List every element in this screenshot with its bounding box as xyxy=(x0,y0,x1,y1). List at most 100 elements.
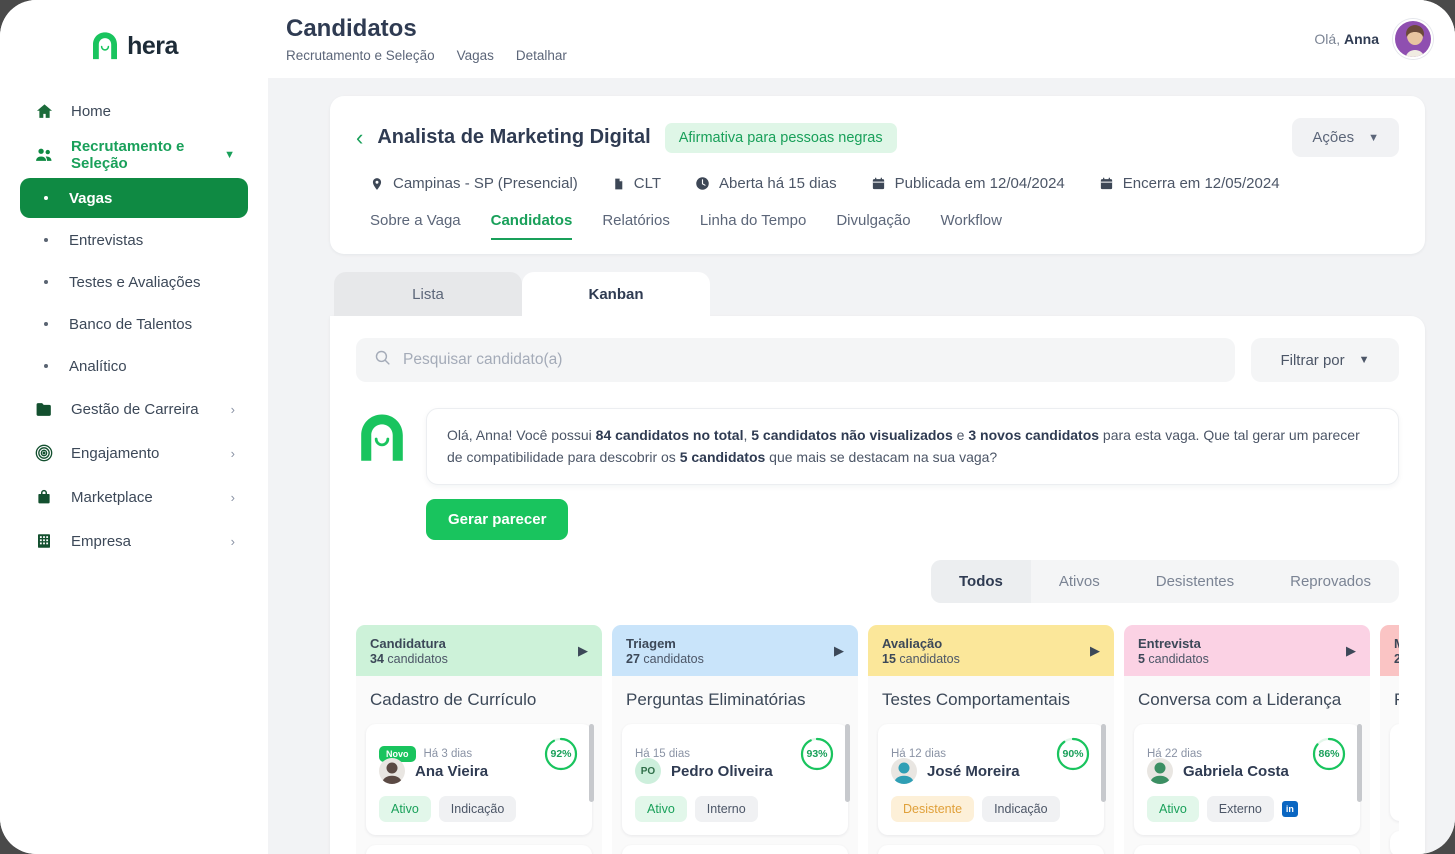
candidate-chip: Ativo xyxy=(1147,796,1199,822)
kanban-column-scrollbar[interactable] xyxy=(589,724,594,802)
sidebar-item-banco-talentos[interactable]: Banco de Talentos xyxy=(20,304,248,344)
candidate-card[interactable]: Há 15 dias 93% PO Pedro Oliveira xyxy=(622,724,848,835)
linkedin-icon[interactable]: in xyxy=(1282,801,1298,817)
logo-text: hera xyxy=(127,32,178,61)
chevron-down-icon: ▼ xyxy=(1359,354,1370,366)
kanban-stage-title: Conversa com a Liderança xyxy=(1138,690,1360,710)
sidebar-item-label: Empresa xyxy=(71,533,131,550)
sidebar-item-analitico[interactable]: Analítico xyxy=(20,346,248,386)
status-tab-todos[interactable]: Todos xyxy=(931,560,1031,603)
candidate-card[interactable] xyxy=(622,845,848,854)
chevron-right-icon: › xyxy=(231,402,235,417)
candidate-card[interactable] xyxy=(878,845,1104,854)
status-tab-reprovados[interactable]: Reprovados xyxy=(1262,560,1399,603)
home-icon xyxy=(33,100,55,122)
bullet-icon xyxy=(44,196,48,200)
user-avatar-image xyxy=(1395,21,1433,59)
sidebar-item-empresa[interactable]: Empresa › xyxy=(20,520,248,562)
collapse-arrow-icon[interactable]: ▶ xyxy=(1346,643,1356,659)
kanban-column-scrollbar[interactable] xyxy=(1357,724,1362,802)
breadcrumb-item-3[interactable]: Detalhar xyxy=(516,48,567,63)
job-meta-published: Publicada em 12/04/2024 xyxy=(871,175,1065,192)
breadcrumb-item-2[interactable]: Vagas xyxy=(457,48,494,63)
bullet-icon xyxy=(44,238,48,242)
sidebar-item-testes[interactable]: Testes e Avaliações xyxy=(20,262,248,302)
assistant-message: Olá, Anna! Você possui 84 candidatos no … xyxy=(426,408,1399,485)
kanban-column-scrollbar[interactable] xyxy=(845,724,850,802)
bag-icon xyxy=(33,486,55,508)
avatar[interactable] xyxy=(1393,19,1433,59)
kanban-column-header: Triagem27 candidatos▶ xyxy=(612,625,858,677)
job-meta-row: Campinas - SP (Presencial) CLT Aberta há… xyxy=(330,157,1425,192)
sidebar-item-entrevistas[interactable]: Entrevistas xyxy=(20,220,248,260)
kanban-column-header: Entrevista5 candidatos▶ xyxy=(1124,625,1370,677)
candidate-card[interactable]: Há 22 dias 86% Gabriela Costa xyxy=(1134,724,1360,835)
kanban-column-body: Cadastro de Currículo Novo Há 3 dias 92% xyxy=(356,676,602,854)
job-meta-text: Encerra em 12/05/2024 xyxy=(1123,175,1280,192)
candidate-card[interactable] xyxy=(366,845,592,854)
compatibility-ring: 93% xyxy=(799,736,835,772)
gerar-parecer-button[interactable]: Gerar parecer xyxy=(426,499,568,540)
candidate-chip: Indicação xyxy=(439,796,517,822)
tab-workflow[interactable]: Workflow xyxy=(941,212,1002,240)
clock-icon xyxy=(695,176,710,191)
search-input[interactable] xyxy=(403,351,1217,369)
tab-linha-do-tempo[interactable]: Linha do Tempo xyxy=(700,212,806,240)
sidebar-item-recrutamento[interactable]: Recrutamento e Seleção ▼ xyxy=(20,134,248,176)
top-bar-right: Olá, Anna xyxy=(1314,19,1433,59)
candidate-card[interactable]: Novo Há 3 dias 92% Ana Vieira xyxy=(366,724,592,835)
candidate-card[interactable] xyxy=(1390,831,1399,854)
collapse-arrow-icon[interactable]: ▶ xyxy=(1090,643,1100,659)
sidebar-item-marketplace[interactable]: Marketplace › xyxy=(20,476,248,518)
tab-kanban[interactable]: Kanban xyxy=(522,272,710,316)
back-chevron-icon[interactable]: ‹ xyxy=(356,127,363,149)
sidebar-nav: Home Recrutamento e Seleção ▼ Vagas Entr… xyxy=(0,90,268,562)
candidate-card[interactable] xyxy=(1134,845,1360,854)
sidebar-item-engajamento[interactable]: Engajamento › xyxy=(20,432,248,474)
kanban-column-count-number: 34 xyxy=(370,652,384,666)
breadcrumb-item-1[interactable]: Recrutamento e Seleção xyxy=(286,48,435,63)
kanban-column-count-suffix: candidatos xyxy=(896,652,960,666)
kanban-column-header: Avaliação15 candidatos▶ xyxy=(868,625,1114,677)
kanban-column-body: Conversa com a Liderança Há 22 dias 86% xyxy=(1124,676,1370,854)
chevron-right-icon: › xyxy=(231,446,235,461)
tab-divulgacao[interactable]: Divulgação xyxy=(836,212,910,240)
app-window: hera Home Recrutamento e Seleção ▼ Vagas xyxy=(0,0,1455,854)
kanban-column: Avaliação15 candidatos▶Testes Comportame… xyxy=(868,625,1114,854)
candidate-card[interactable]: H xyxy=(1390,724,1399,821)
candidate-card[interactable]: Há 12 dias 90% José Moreira xyxy=(878,724,1104,835)
tab-sobre-a-vaga[interactable]: Sobre a Vaga xyxy=(370,212,461,240)
user-name: Anna xyxy=(1344,31,1379,47)
kanban-board: Candidatura34 candidatos▶Cadastro de Cur… xyxy=(356,625,1399,854)
kanban-column-count: 2 c xyxy=(1394,652,1399,666)
collapse-arrow-icon[interactable]: ▶ xyxy=(834,643,844,659)
app-logo[interactable]: hera xyxy=(0,18,268,74)
sidebar-item-home[interactable]: Home xyxy=(20,90,248,132)
sidebar-item-vagas[interactable]: Vagas xyxy=(20,178,248,218)
sidebar-item-label: Vagas xyxy=(69,190,112,207)
sidebar-item-gestao-carreira[interactable]: Gestão de Carreira › xyxy=(20,388,248,430)
filter-dropdown-button[interactable]: Filtrar por ▼ xyxy=(1251,338,1399,382)
kanban-column-count: 5 candidatos xyxy=(1138,652,1209,666)
tab-lista[interactable]: Lista xyxy=(334,272,522,316)
page-title: Candidatos xyxy=(286,15,567,43)
kanban-cards-scroll: H xyxy=(1390,724,1399,854)
target-icon xyxy=(33,442,55,464)
collapse-arrow-icon[interactable]: ▶ xyxy=(578,643,588,659)
status-filter-tabs-inner: Todos Ativos Desistentes Reprovados xyxy=(931,560,1399,603)
hera-assistant-icon xyxy=(356,412,408,464)
candidate-chip: Ativo xyxy=(635,796,687,822)
kanban-column-body: Fi H xyxy=(1380,676,1399,854)
kanban-cards-scroll: Há 15 dias 93% PO Pedro Oliveira xyxy=(622,724,848,854)
kanban-column-scrollbar[interactable] xyxy=(1101,724,1106,802)
kanban-column-count-number: 27 xyxy=(626,652,640,666)
actions-dropdown-button[interactable]: Ações ▼ xyxy=(1292,118,1399,157)
tab-candidatos[interactable]: Candidatos xyxy=(491,212,573,240)
search-box[interactable] xyxy=(356,338,1235,382)
compatibility-score: 90% xyxy=(1055,736,1091,772)
affirmative-tag: Afirmativa para pessoas negras xyxy=(665,123,897,153)
kanban-stage-title: Cadastro de Currículo xyxy=(370,690,592,710)
status-tab-desistentes[interactable]: Desistentes xyxy=(1128,560,1262,603)
tab-relatorios[interactable]: Relatórios xyxy=(602,212,670,240)
status-tab-ativos[interactable]: Ativos xyxy=(1031,560,1128,603)
